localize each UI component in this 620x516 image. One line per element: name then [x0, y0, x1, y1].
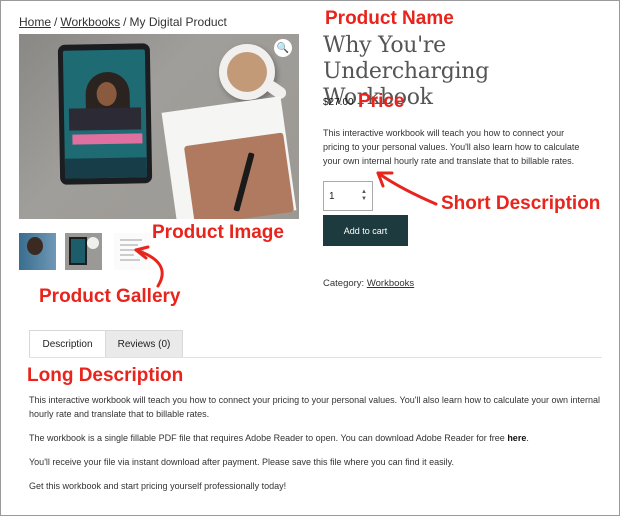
coffee-mug-image — [219, 44, 289, 102]
tab-description[interactable]: Description — [29, 330, 106, 358]
annotation-price: Price — [358, 91, 405, 112]
annotation-short-description: Short Description — [441, 193, 601, 214]
annotation-product-name: Product Name — [325, 8, 454, 29]
gallery-thumbnail-2[interactable] — [65, 233, 102, 270]
long-description-paragraph: Get this workbook and start pricing your… — [29, 481, 287, 491]
zoom-glyph: 🔍 — [276, 42, 290, 54]
annotation-long-description: Long Description — [27, 365, 184, 386]
tablet-image — [57, 43, 153, 185]
short-description: This interactive workbook will teach you… — [323, 128, 580, 166]
category-link[interactable]: Workbooks — [367, 278, 414, 289]
gallery-thumbnail-1[interactable] — [19, 233, 56, 270]
product-category: Category: Workbooks — [323, 278, 414, 289]
gallery-thumbnail-3[interactable] — [114, 233, 151, 270]
breadcrumb-category-link[interactable]: Workbooks — [60, 15, 120, 29]
long-description-paragraph: This interactive workbook will teach you… — [29, 395, 601, 419]
product-main-image[interactable]: 🔍 — [19, 34, 299, 219]
quantity-value[interactable]: 1 — [329, 191, 335, 202]
adobe-reader-link[interactable]: here — [507, 433, 526, 443]
breadcrumb: Home / Workbooks / My Digital Product — [19, 15, 227, 29]
magnifier-icon[interactable]: 🔍 — [274, 39, 292, 57]
product-tabs: Description Reviews (0) — [29, 330, 183, 358]
long-description-paragraph: The workbook is a single fillable PDF fi… — [29, 433, 529, 443]
breadcrumb-separator: / — [123, 15, 127, 29]
tab-reviews[interactable]: Reviews (0) — [106, 330, 183, 358]
breadcrumb-current: My Digital Product — [129, 15, 227, 29]
quantity-stepper[interactable]: 1 ▲ ▼ — [323, 181, 373, 211]
long-description: This interactive workbook will teach you… — [29, 393, 604, 503]
breadcrumb-home-link[interactable]: Home — [19, 15, 51, 29]
tabs-divider — [29, 357, 602, 358]
breadcrumb-separator: / — [54, 15, 58, 29]
add-to-cart-button[interactable]: Add to cart — [323, 215, 408, 246]
annotation-product-image: Product Image — [152, 222, 284, 243]
product-price: $27.00 — [323, 97, 354, 108]
category-label: Category: — [323, 278, 365, 289]
annotation-product-gallery: Product Gallery — [39, 286, 181, 307]
long-description-paragraph: You'll receive your file via instant dow… — [29, 457, 454, 467]
stepper-arrows-icon[interactable]: ▲ ▼ — [361, 189, 367, 203]
